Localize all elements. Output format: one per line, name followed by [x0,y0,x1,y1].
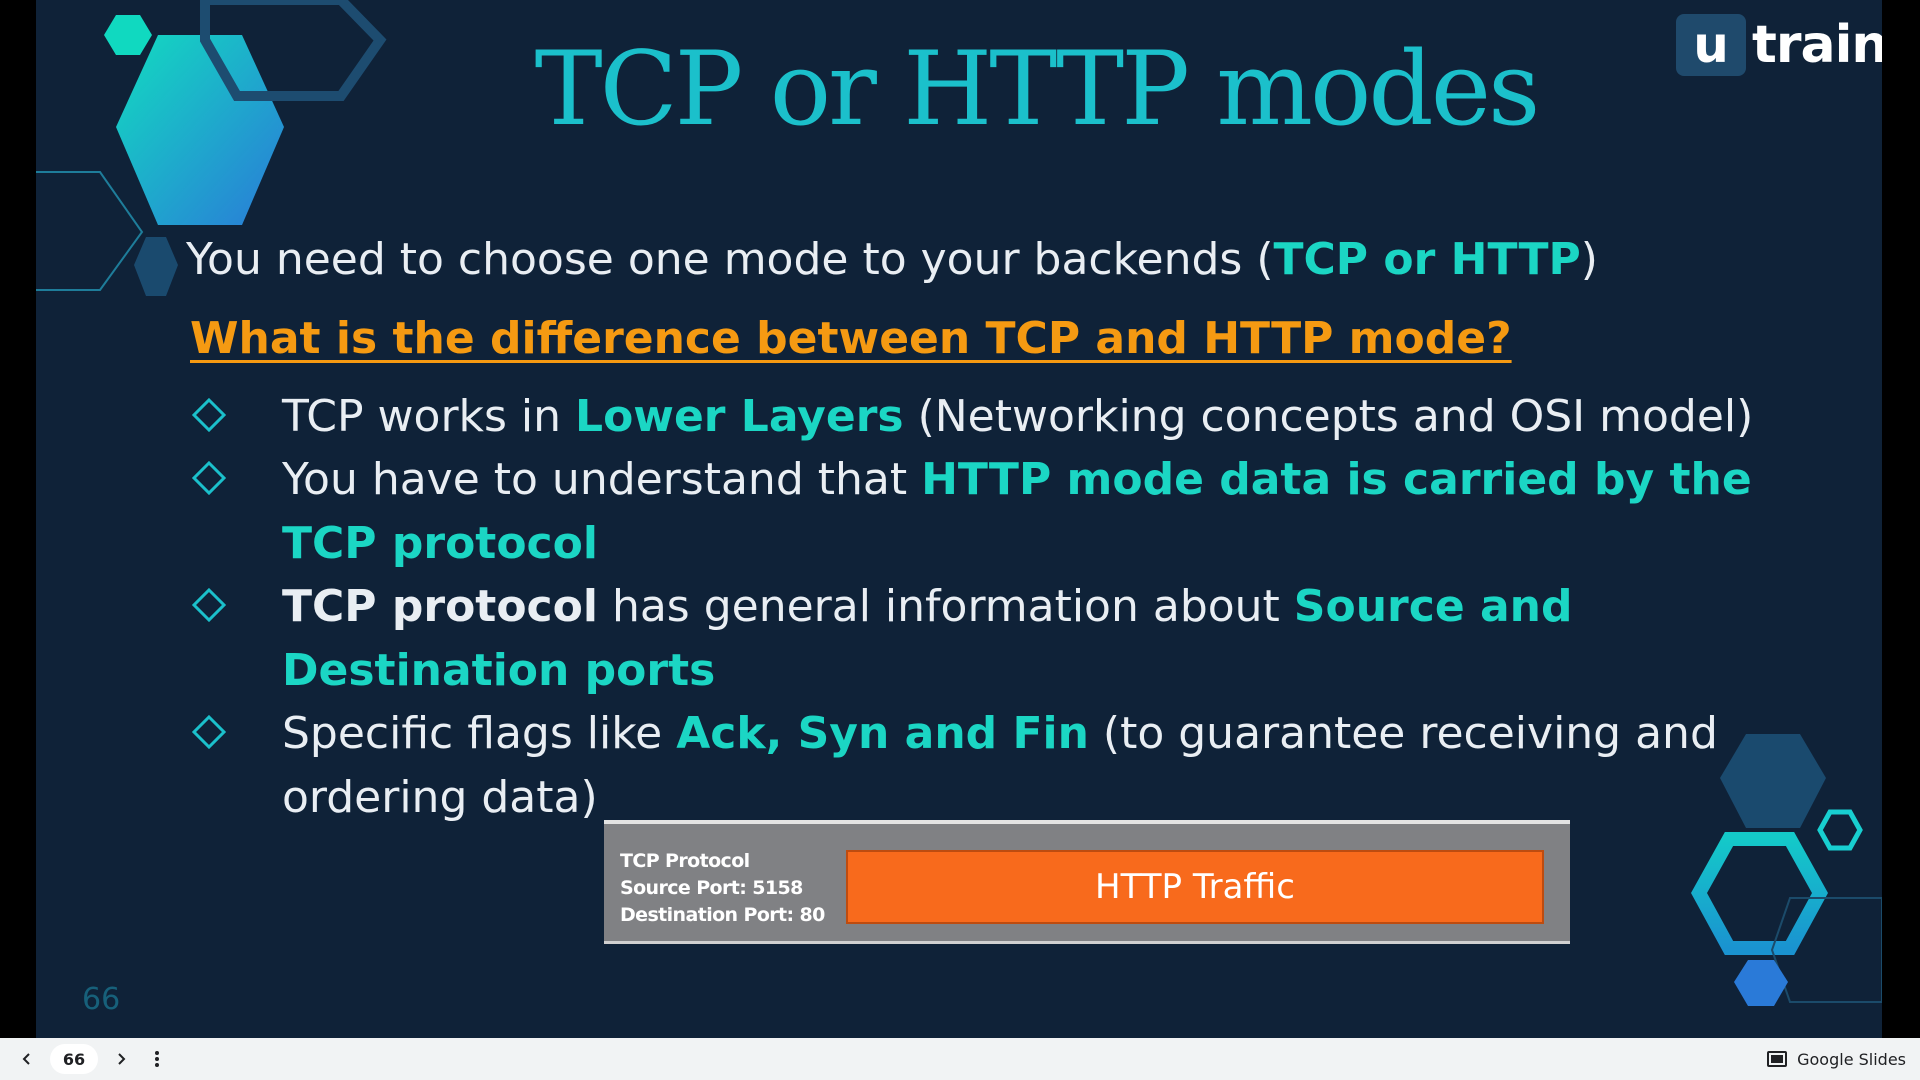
logo-wordmark: train [1752,15,1882,75]
google-slides-link[interactable]: Google Slides [1767,1038,1906,1080]
bullet-text: You have to understand that [282,454,922,505]
bullet-4-line-2: ordering data) [282,766,598,830]
destination-port-label: Destination Port: 80 [620,904,825,926]
intro-text: You need to choose one mode to your back… [186,228,1598,292]
slide-title: TCP or HTTP modes [534,30,1541,149]
intro-highlight: TCP or HTTP [1273,234,1581,285]
slides-viewer-toolbar: 66 Google Slides [0,1038,1920,1080]
utrain-logo: u train [1676,14,1882,76]
bullet-highlight: Destination ports [282,645,716,696]
intro-plain-end: ) [1580,234,1598,285]
intro-plain: You need to choose one mode to your back… [186,234,1274,285]
slides-icon [1767,1051,1788,1067]
hexagon-decoration-right [1691,734,1882,1006]
tcp-packet-diagram: TCP Protocol Source Port: 5158 Destinati… [604,820,1570,944]
bullet-text: Specific flags like [282,708,677,759]
brand-label: Google Slides [1797,1049,1906,1069]
bullet-highlight: Lower Layers [575,391,904,442]
current-page-field[interactable]: 66 [50,1044,98,1074]
bullet-highlight: HTTP mode data is carried by the [921,454,1752,505]
bullet-text: TCP works in [282,391,576,442]
bullet-4-line-1: Specific flags like Ack, Syn and Fin (to… [282,702,1718,766]
diamond-bullet-icon [192,398,226,432]
bullet-highlight: TCP protocol [282,518,598,569]
tcp-header-info: TCP Protocol Source Port: 5158 Destinati… [620,848,825,929]
bullet-bold: TCP protocol [282,581,598,632]
bullet-highlight: Source and [1293,581,1573,632]
bullet-text: (to guarantee receiving and [1088,708,1718,759]
bullet-text: has general information about [597,581,1294,632]
bullet-1-line-1: TCP works in Lower Layers (Networking co… [282,385,1753,449]
slide-page-number: 66 [82,982,121,1017]
diamond-bullet-icon [192,461,226,495]
http-traffic-payload: HTTP Traffic [846,850,1544,924]
more-vert-icon [155,1051,159,1067]
bullet-3-line-1: TCP protocol has general information abo… [282,575,1573,639]
bullet-2-line-2: TCP protocol [282,512,598,576]
source-port-label: Source Port: 5158 [620,877,803,899]
more-options-button[interactable] [142,1038,172,1080]
next-slide-button[interactable] [104,1038,138,1080]
logo-mark: u [1676,14,1746,76]
tcp-protocol-label: TCP Protocol [620,850,750,872]
question-heading: What is the difference between TCP and H… [190,313,1512,364]
slide: TCP or HTTP modes u train You need to ch… [36,0,1882,1038]
chevron-right-icon [118,1053,126,1065]
bullet-text: (Networking concepts and OSI model) [903,391,1754,442]
bullet-text: ordering data) [282,772,598,823]
previous-slide-button[interactable] [10,1038,44,1080]
chevron-left-icon [22,1053,30,1065]
diamond-bullet-icon [192,715,226,749]
diamond-bullet-icon [192,588,226,622]
bullet-3-line-2: Destination ports [282,639,715,703]
bullet-highlight: Ack, Syn and Fin [676,708,1089,759]
bullet-2-line-1: You have to understand that HTTP mode da… [282,448,1752,512]
